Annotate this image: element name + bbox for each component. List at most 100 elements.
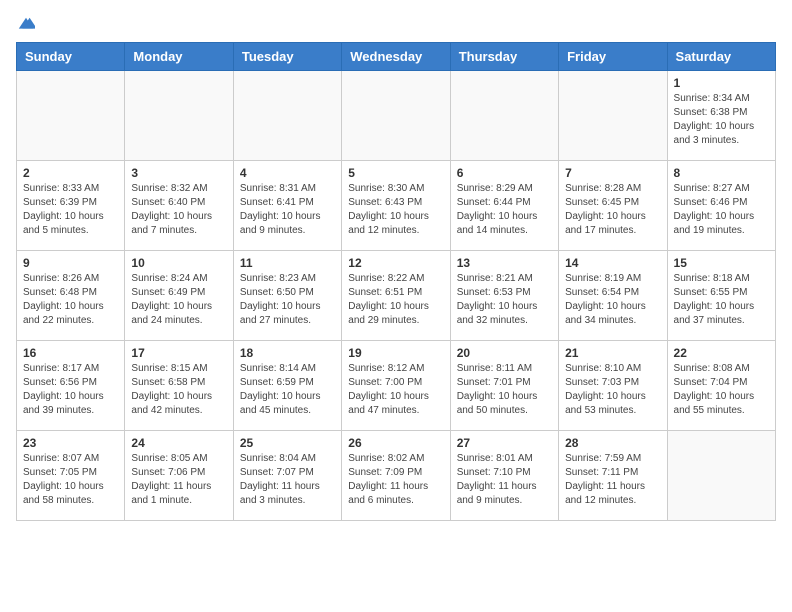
day-number: 15 [674,256,769,270]
day-info: Sunrise: 8:28 AM Sunset: 6:45 PM Dayligh… [565,182,660,238]
day-number: 9 [23,256,118,270]
calendar-cell: 26 Sunrise: 8:02 AM Sunset: 7:09 PM Dayli… [342,431,450,521]
calendar-cell: 27 Sunrise: 8:01 AM Sunset: 7:10 PM Dayli… [450,431,558,521]
day-number: 26 [348,436,443,450]
calendar-week-2: 2Sunrise: 8:33 AM Sunset: 6:39 PM Daylig… [17,161,776,251]
weekday-header-tuesday: Tuesday [233,43,341,71]
calendar-cell: 21 Sunrise: 8:10 AM Sunset: 7:03 PM Dayli… [559,341,667,431]
day-number: 21 [565,346,660,360]
day-number: 17 [131,346,226,360]
day-number: 4 [240,166,335,180]
day-number: 6 [457,166,552,180]
day-number: 10 [131,256,226,270]
calendar-week-5: 23 Sunrise: 8:07 AM Sunset: 7:05 PM Dayli… [17,431,776,521]
day-number: 23 [23,436,118,450]
day-number: 12 [348,256,443,270]
calendar-cell: 24 Sunrise: 8:05 AM Sunset: 7:06 PM Dayli… [125,431,233,521]
calendar-cell: 4 Sunrise: 8:31 AM Sunset: 6:41 PM Daylig… [233,161,341,251]
calendar-cell: 16 Sunrise: 8:17 AM Sunset: 6:56 PM Dayli… [17,341,125,431]
day-number: 14 [565,256,660,270]
calendar-cell [233,71,341,161]
day-info: Sunrise: 8:11 AM Sunset: 7:01 PM Dayligh… [457,362,552,418]
calendar-cell: 2Sunrise: 8:33 AM Sunset: 6:39 PM Daylig… [17,161,125,251]
day-number: 27 [457,436,552,450]
day-info: Sunrise: 8:10 AM Sunset: 7:03 PM Dayligh… [565,362,660,418]
calendar-cell: 7 Sunrise: 8:28 AM Sunset: 6:45 PM Daylig… [559,161,667,251]
day-number: 24 [131,436,226,450]
day-info: Sunrise: 8:15 AM Sunset: 6:58 PM Dayligh… [131,362,226,418]
day-info: Sunrise: 8:18 AM Sunset: 6:55 PM Dayligh… [674,272,769,328]
day-info: Sunrise: 8:14 AM Sunset: 6:59 PM Dayligh… [240,362,335,418]
day-info: Sunrise: 8:01 AM Sunset: 7:10 PM Dayligh… [457,452,552,508]
calendar-cell: 1 Sunrise: 8:34 AM Sunset: 6:38 PM Daylig… [667,71,775,161]
day-number: 3 [131,166,226,180]
day-info: Sunrise: 8:34 AM Sunset: 6:38 PM Dayligh… [674,92,769,148]
calendar-cell: 9 Sunrise: 8:26 AM Sunset: 6:48 PM Daylig… [17,251,125,341]
calendar-cell: 5 Sunrise: 8:30 AM Sunset: 6:43 PM Daylig… [342,161,450,251]
day-info: Sunrise: 8:31 AM Sunset: 6:41 PM Dayligh… [240,182,335,238]
calendar-cell [667,431,775,521]
calendar-cell: 28 Sunrise: 7:59 AM Sunset: 7:11 PM Dayli… [559,431,667,521]
calendar-cell: 6 Sunrise: 8:29 AM Sunset: 6:44 PM Daylig… [450,161,558,251]
day-info: Sunrise: 8:29 AM Sunset: 6:44 PM Dayligh… [457,182,552,238]
calendar-cell: 13 Sunrise: 8:21 AM Sunset: 6:53 PM Dayli… [450,251,558,341]
weekday-header-friday: Friday [559,43,667,71]
calendar: SundayMondayTuesdayWednesdayThursdayFrid… [16,42,776,521]
day-number: 25 [240,436,335,450]
day-number: 11 [240,256,335,270]
calendar-cell: 22 Sunrise: 8:08 AM Sunset: 7:04 PM Dayli… [667,341,775,431]
weekday-header-saturday: Saturday [667,43,775,71]
calendar-cell: 14 Sunrise: 8:19 AM Sunset: 6:54 PM Dayli… [559,251,667,341]
calendar-cell [125,71,233,161]
calendar-cell: 25 Sunrise: 8:04 AM Sunset: 7:07 PM Dayli… [233,431,341,521]
day-info: Sunrise: 8:08 AM Sunset: 7:04 PM Dayligh… [674,362,769,418]
calendar-cell: 12 Sunrise: 8:22 AM Sunset: 6:51 PM Dayli… [342,251,450,341]
logo-icon [17,16,35,34]
day-info: Sunrise: 8:17 AM Sunset: 6:56 PM Dayligh… [23,362,118,418]
day-info: Sunrise: 8:02 AM Sunset: 7:09 PM Dayligh… [348,452,443,508]
day-info: Sunrise: 7:59 AM Sunset: 7:11 PM Dayligh… [565,452,660,508]
day-info: Sunrise: 8:26 AM Sunset: 6:48 PM Dayligh… [23,272,118,328]
day-info: Sunrise: 8:22 AM Sunset: 6:51 PM Dayligh… [348,272,443,328]
day-number: 22 [674,346,769,360]
day-info: Sunrise: 8:07 AM Sunset: 7:05 PM Dayligh… [23,452,118,508]
page-header [16,16,776,34]
day-info: Sunrise: 8:12 AM Sunset: 7:00 PM Dayligh… [348,362,443,418]
calendar-cell [17,71,125,161]
day-number: 18 [240,346,335,360]
calendar-cell: 19Sunrise: 8:12 AM Sunset: 7:00 PM Dayli… [342,341,450,431]
calendar-cell: 10Sunrise: 8:24 AM Sunset: 6:49 PM Dayli… [125,251,233,341]
calendar-week-4: 16 Sunrise: 8:17 AM Sunset: 6:56 PM Dayli… [17,341,776,431]
day-number: 13 [457,256,552,270]
weekday-header-wednesday: Wednesday [342,43,450,71]
day-number: 7 [565,166,660,180]
calendar-cell: 17 Sunrise: 8:15 AM Sunset: 6:58 PM Dayli… [125,341,233,431]
day-number: 16 [23,346,118,360]
calendar-cell: 15 Sunrise: 8:18 AM Sunset: 6:55 PM Dayli… [667,251,775,341]
day-number: 8 [674,166,769,180]
day-info: Sunrise: 8:32 AM Sunset: 6:40 PM Dayligh… [131,182,226,238]
day-number: 5 [348,166,443,180]
day-number: 20 [457,346,552,360]
day-number: 2 [23,166,118,180]
calendar-cell: 18 Sunrise: 8:14 AM Sunset: 6:59 PM Dayli… [233,341,341,431]
day-number: 1 [674,76,769,90]
day-info: Sunrise: 8:21 AM Sunset: 6:53 PM Dayligh… [457,272,552,328]
day-info: Sunrise: 8:04 AM Sunset: 7:07 PM Dayligh… [240,452,335,508]
day-info: Sunrise: 8:30 AM Sunset: 6:43 PM Dayligh… [348,182,443,238]
day-number: 28 [565,436,660,450]
calendar-cell [559,71,667,161]
calendar-cell: 20 Sunrise: 8:11 AM Sunset: 7:01 PM Dayli… [450,341,558,431]
day-info: Sunrise: 8:05 AM Sunset: 7:06 PM Dayligh… [131,452,226,508]
calendar-week-3: 9 Sunrise: 8:26 AM Sunset: 6:48 PM Daylig… [17,251,776,341]
calendar-cell [342,71,450,161]
day-info: Sunrise: 8:19 AM Sunset: 6:54 PM Dayligh… [565,272,660,328]
day-info: Sunrise: 8:23 AM Sunset: 6:50 PM Dayligh… [240,272,335,328]
calendar-cell: 11 Sunrise: 8:23 AM Sunset: 6:50 PM Dayli… [233,251,341,341]
day-info: Sunrise: 8:27 AM Sunset: 6:46 PM Dayligh… [674,182,769,238]
calendar-cell: 8 Sunrise: 8:27 AM Sunset: 6:46 PM Daylig… [667,161,775,251]
calendar-cell [450,71,558,161]
logo [16,16,35,34]
weekday-header-monday: Monday [125,43,233,71]
calendar-cell: 23 Sunrise: 8:07 AM Sunset: 7:05 PM Dayli… [17,431,125,521]
